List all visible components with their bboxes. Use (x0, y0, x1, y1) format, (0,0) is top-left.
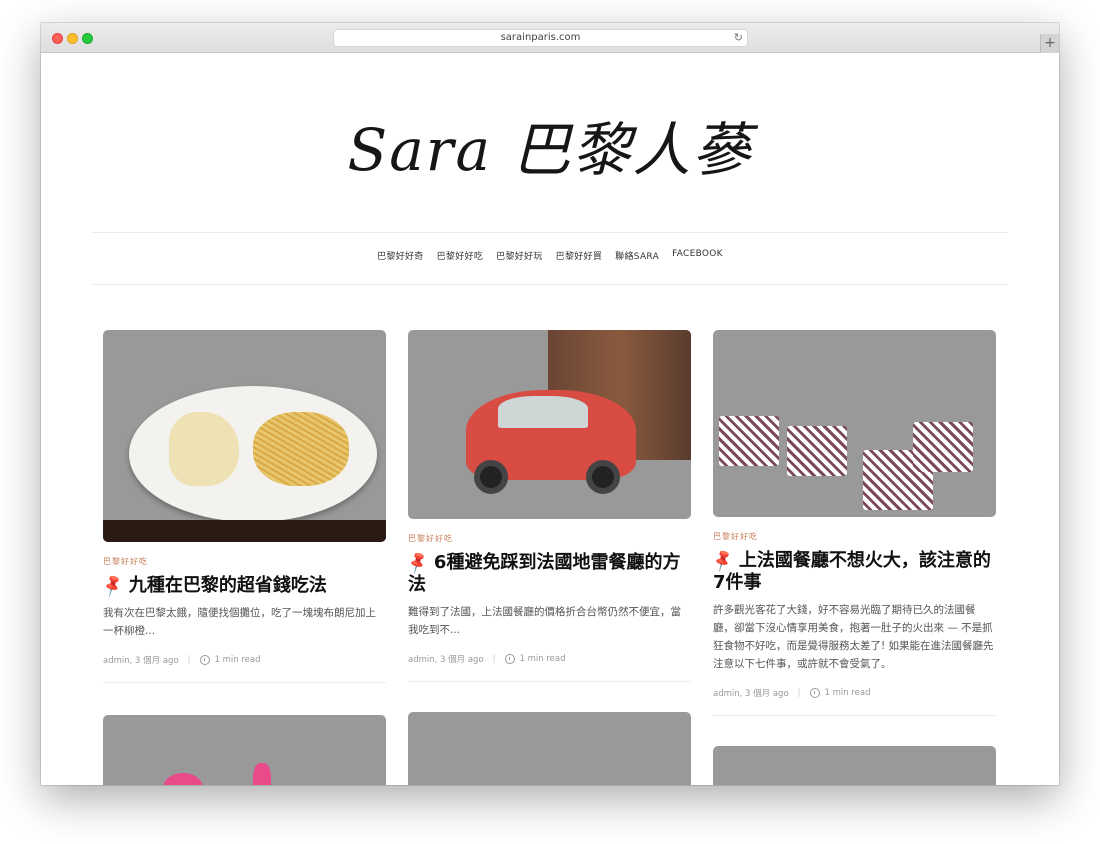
address-bar[interactable]: sarainparis.com ↻ (333, 29, 748, 47)
post-card-partial (103, 715, 386, 785)
post-image[interactable] (713, 746, 996, 785)
post-divider (408, 681, 691, 682)
post-category[interactable]: 巴黎好好吃 (408, 533, 691, 544)
nav-divider-top (92, 232, 1008, 233)
clock-icon (199, 655, 210, 665)
post-read-time: 1 min read (214, 655, 261, 665)
post-card-partial (713, 746, 996, 785)
post-category[interactable]: 巴黎好好吃 (103, 556, 386, 567)
minimize-window-button[interactable] (67, 33, 78, 44)
post-image[interactable] (103, 715, 386, 785)
post-excerpt: 我有次在巴黎太餓，隨便找個攤位，吃了一塊塊布朗尼加上一杯柳橙... (103, 607, 376, 637)
clock-icon (504, 654, 515, 664)
post-meta: admin, 3 個月 ago | 1 min read (103, 654, 386, 666)
post-card: 巴黎好好吃 📌 上法國餐廳不想火大，該注意的7件事 許多觀光客花了大錢，好不容易光… (709, 330, 996, 716)
tablecloth-shape (913, 422, 973, 472)
pasta-shape (253, 412, 349, 486)
post-title[interactable]: 📌 九種在巴黎的超省錢吃法 (99, 572, 386, 598)
nav-item-curious[interactable]: 巴黎好好奇 (377, 249, 424, 262)
post-meta: admin, 3 個月 ago | 1 min read (713, 687, 996, 699)
meta-separator: | (492, 654, 496, 664)
post-meta: admin, 3 個月 ago | 1 min read (408, 653, 691, 665)
post-author-date[interactable]: admin, 3 個月 ago (103, 654, 179, 666)
reload-icon[interactable]: ↻ (734, 30, 743, 46)
fish-shape (169, 412, 239, 486)
main-nav: 巴黎好好奇 巴黎好好吃 巴黎好好玩 巴黎好好買 聯絡SARA FACEBOOK (41, 249, 1059, 262)
post-read-time: 1 min read (519, 654, 566, 664)
post-image[interactable] (408, 330, 691, 519)
site-logo[interactable]: Sara 巴黎人蔘 (41, 103, 1059, 187)
post-card: 巴黎好好吃 📌 九種在巴黎的超省錢吃法 我有次在巴黎太餓，隨便找個攤位，吃了一塊塊… (99, 330, 386, 683)
url-text: sarainparis.com (500, 32, 581, 43)
meta-separator: | (187, 655, 191, 665)
pin-icon: 📌 (99, 572, 127, 599)
post-image[interactable] (103, 330, 386, 542)
post-excerpt: 許多觀光客花了大錢，好不容易光臨了期待已久的法國餐廳，卻當下沒心情享用美食，抱著… (713, 604, 994, 670)
nav-item-play[interactable]: 巴黎好好玩 (496, 249, 543, 262)
browser-titlebar: sarainparis.com ↻ + (41, 23, 1059, 53)
post-category[interactable]: 巴黎好好吃 (713, 531, 996, 542)
post-read-time: 1 min read (824, 688, 871, 698)
post-image[interactable] (713, 330, 996, 517)
nav-item-eat[interactable]: 巴黎好好吃 (437, 249, 484, 262)
wheel-shape (586, 460, 620, 494)
post-divider (713, 715, 996, 716)
nav-item-shop[interactable]: 巴黎好好買 (556, 249, 603, 262)
post-title-text: 6種避免踩到法國地雷餐廳的方法 (408, 552, 681, 595)
zoom-window-button[interactable] (82, 33, 93, 44)
post-card-partial (408, 712, 691, 785)
nav-item-facebook[interactable]: FACEBOOK (672, 249, 723, 262)
browser-window: sarainparis.com ↻ + Sara 巴黎人蔘 巴黎好好奇 巴黎好好… (41, 23, 1059, 785)
car-window-shape (498, 396, 588, 428)
post-title[interactable]: 📌 6種避免踩到法國地雷餐廳的方法 (404, 549, 691, 596)
new-tab-button[interactable]: + (1040, 34, 1059, 53)
post-excerpt: 難得到了法國，上法國餐廳的價格折合台幣仍然不便宜，當我吃到不... (408, 606, 681, 636)
post-author-date[interactable]: admin, 3 個月 ago (713, 687, 789, 699)
post-divider (103, 682, 386, 683)
tablecloth-shape (719, 416, 779, 466)
tablecloth-shape (787, 426, 847, 476)
post-image[interactable] (408, 712, 691, 785)
nav-item-contact[interactable]: 聯絡SARA (615, 249, 659, 262)
close-window-button[interactable] (52, 33, 63, 44)
nav-divider-bottom (92, 284, 1008, 285)
meta-separator: | (797, 688, 801, 698)
post-title-text: 上法國餐廳不想火大，該注意的7件事 (713, 550, 991, 593)
placemat-shape (103, 520, 386, 542)
pink-shape (163, 773, 203, 785)
clock-icon (809, 688, 820, 698)
post-author-date[interactable]: admin, 3 個月 ago (408, 653, 484, 665)
wheel-shape (474, 460, 508, 494)
post-title-text: 九種在巴黎的超省錢吃法 (128, 575, 327, 596)
post-card: 巴黎好好吃 📌 6種避免踩到法國地雷餐廳的方法 難得到了法國，上法國餐廳的價格折合… (404, 330, 691, 682)
pink-shape (253, 763, 271, 785)
post-title[interactable]: 📌 上法國餐廳不想火大，該注意的7件事 (709, 547, 996, 594)
